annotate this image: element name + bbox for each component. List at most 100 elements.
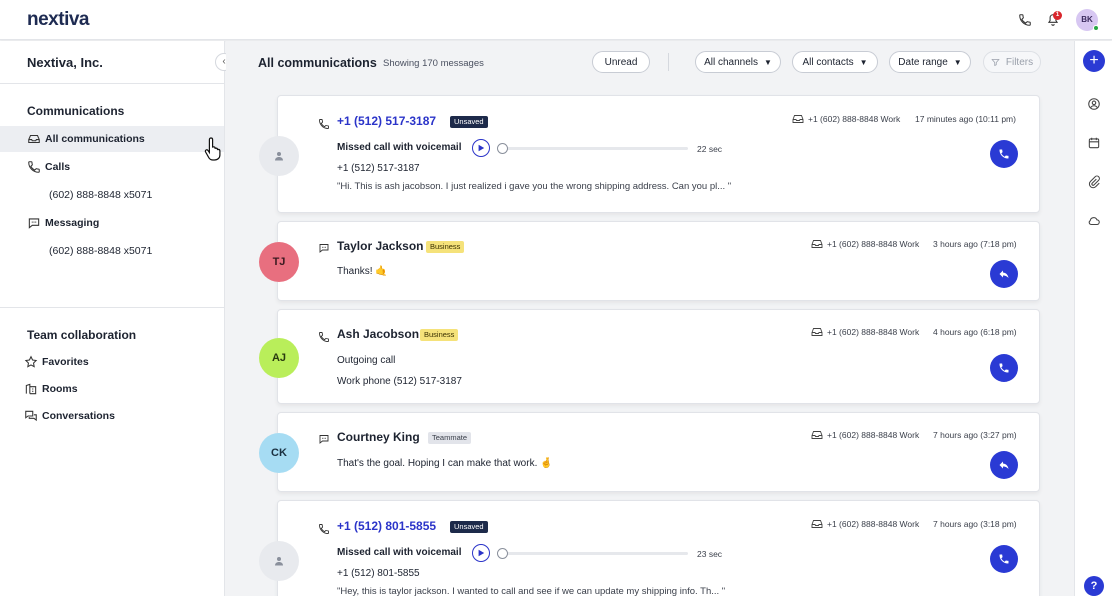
- phone-icon: [319, 332, 329, 342]
- communication-card[interactable]: CK Courtney King Teammate +1 (602) 888-8…: [259, 412, 1040, 492]
- feed-toolbar: All communications Showing 170 messages …: [226, 41, 1074, 84]
- phone-icon: [999, 554, 1009, 564]
- chevron-down-icon: ▼: [859, 57, 868, 67]
- reply-button[interactable]: [990, 260, 1018, 288]
- contact-name[interactable]: Ash Jacobson: [337, 327, 419, 341]
- inbox-icon: [811, 520, 823, 528]
- channels-label: All channels: [704, 56, 758, 68]
- call-detail: Work phone (512) 517-3187: [337, 376, 462, 387]
- contact-name[interactable]: Taylor Jackson: [337, 239, 423, 253]
- line-info: +1 (602) 888-8848 Work: [811, 239, 919, 249]
- org-name: Nextiva, Inc.: [27, 55, 103, 70]
- message-preview: Thanks! 🤙: [337, 266, 388, 277]
- contact-avatar: TJ: [259, 242, 299, 282]
- cloud-icon[interactable]: [1087, 214, 1101, 228]
- inbox-icon: [792, 115, 804, 123]
- sidebar-item-label: All communications: [45, 133, 145, 145]
- voicemail-progress-track[interactable]: [500, 147, 688, 150]
- contact-name-link[interactable]: +1 (512) 801-5855: [337, 519, 436, 533]
- communication-card[interactable]: AJ Ash Jacobson Business +1 (602) 888-88…: [259, 309, 1040, 404]
- star-icon: [24, 355, 38, 368]
- contact-circle-icon[interactable]: [1087, 97, 1101, 111]
- phone-icon[interactable]: [1018, 13, 1032, 27]
- contacts-dropdown[interactable]: All contacts ▼: [792, 51, 878, 73]
- voicemail-scrubber-handle[interactable]: [497, 143, 508, 154]
- caller-number: +1 (512) 517-3187: [337, 163, 420, 174]
- sidebar-item-label: Calls: [45, 161, 71, 173]
- inbox-icon: [811, 328, 823, 336]
- unsaved-tag: Unsaved: [450, 521, 488, 533]
- calendar-icon[interactable]: [1087, 136, 1101, 150]
- sidebar-item-calls[interactable]: Calls: [0, 154, 224, 180]
- sidebar-item-all-communications[interactable]: All communications: [0, 126, 224, 152]
- communication-card[interactable]: +1 (512) 801-5855 Unsaved +1 (602) 888-8…: [259, 500, 1040, 596]
- page-title: All communications: [258, 56, 377, 70]
- line-info: +1 (602) 888-8848 Work: [792, 114, 900, 124]
- reply-icon: [999, 461, 1009, 469]
- phone-icon: [999, 363, 1009, 373]
- unread-filter-button[interactable]: Unread: [592, 51, 650, 73]
- line-label: +1 (602) 888-8848 Work: [827, 519, 920, 529]
- sidebar-item-messaging-line[interactable]: (602) 888-8848 x5071: [49, 245, 152, 257]
- communications-feed: +1 (512) 517-3187 Unsaved +1 (602) 888-8…: [226, 84, 1074, 596]
- communication-card[interactable]: +1 (512) 517-3187 Unsaved +1 (602) 888-8…: [259, 95, 1040, 213]
- contact-name-link[interactable]: +1 (512) 517-3187: [337, 114, 436, 128]
- hand-cursor-icon: [204, 137, 221, 161]
- paperclip-icon[interactable]: [1087, 175, 1101, 189]
- call-back-button[interactable]: [990, 545, 1018, 573]
- message-preview: That's the goal. Hoping I can make that …: [337, 458, 553, 469]
- sidebar-item-conversations[interactable]: Conversations: [0, 403, 224, 429]
- business-tag: Business: [426, 241, 465, 253]
- message-count: Showing 170 messages: [383, 58, 484, 69]
- org-header: Nextiva, Inc. ‹: [0, 41, 233, 84]
- contacts-label: All contacts: [802, 56, 854, 68]
- contact-name[interactable]: Courtney King: [337, 430, 420, 444]
- person-icon: [275, 557, 283, 566]
- channels-dropdown[interactable]: All channels ▼: [695, 51, 781, 73]
- sidebar-item-favorites[interactable]: Favorites: [0, 349, 224, 375]
- reply-button[interactable]: [990, 451, 1018, 479]
- sidebar-item-messaging[interactable]: Messaging: [0, 210, 224, 236]
- phone-icon: [28, 161, 40, 173]
- date-range-dropdown[interactable]: Date range ▼: [889, 51, 971, 73]
- filters-button[interactable]: Filters: [983, 51, 1041, 73]
- chat-icon: [28, 218, 40, 229]
- sidebar-item-calls-line[interactable]: (602) 888-8848 x5071: [49, 189, 152, 201]
- notification-badge: 1: [1053, 11, 1062, 20]
- business-tag: Business: [420, 329, 459, 341]
- timestamp: 7 hours ago (3:18 pm): [933, 519, 1017, 529]
- sidebar-item-label: Conversations: [42, 410, 115, 422]
- timestamp: 17 minutes ago (10:11 pm): [915, 114, 1016, 124]
- help-button[interactable]: ?: [1084, 576, 1104, 596]
- call-status: Missed call with voicemail: [337, 142, 462, 153]
- call-button[interactable]: [990, 354, 1018, 382]
- team-collaboration-title: Team collaboration: [27, 328, 137, 342]
- inbox-icon: [811, 431, 823, 439]
- communication-card[interactable]: TJ Taylor Jackson Business +1 (602) 888-…: [259, 221, 1040, 301]
- filter-icon: [991, 58, 1000, 66]
- chat-icon: [319, 244, 329, 253]
- voicemail-progress-track[interactable]: [500, 552, 688, 555]
- sidebar-item-label: Rooms: [42, 383, 78, 395]
- communications-section-title: Communications: [27, 104, 125, 118]
- play-voicemail-button[interactable]: [472, 139, 490, 157]
- phone-icon: [319, 119, 329, 129]
- nextiva-logo[interactable]: nextiva: [27, 9, 89, 31]
- line-info: +1 (602) 888-8848 Work: [811, 327, 919, 337]
- call-back-button[interactable]: [990, 140, 1018, 168]
- voicemail-scrubber-handle[interactable]: [497, 548, 508, 559]
- phone-icon: [999, 149, 1009, 159]
- reply-icon: [999, 270, 1009, 278]
- play-voicemail-button[interactable]: [472, 544, 490, 562]
- inbox-icon: [28, 134, 40, 144]
- contact-avatar: AJ: [259, 338, 299, 378]
- sidebar-item-rooms[interactable]: Rooms: [0, 376, 224, 402]
- sidebar-item-label: Favorites: [42, 356, 89, 368]
- chevron-down-icon: ▼: [764, 57, 772, 67]
- date-range-label: Date range: [898, 56, 948, 68]
- contact-avatar: CK: [259, 433, 299, 473]
- chevron-down-icon: ▼: [953, 57, 962, 67]
- add-button[interactable]: +: [1083, 50, 1105, 72]
- call-status: Missed call with voicemail: [337, 547, 462, 558]
- play-icon: [478, 144, 485, 152]
